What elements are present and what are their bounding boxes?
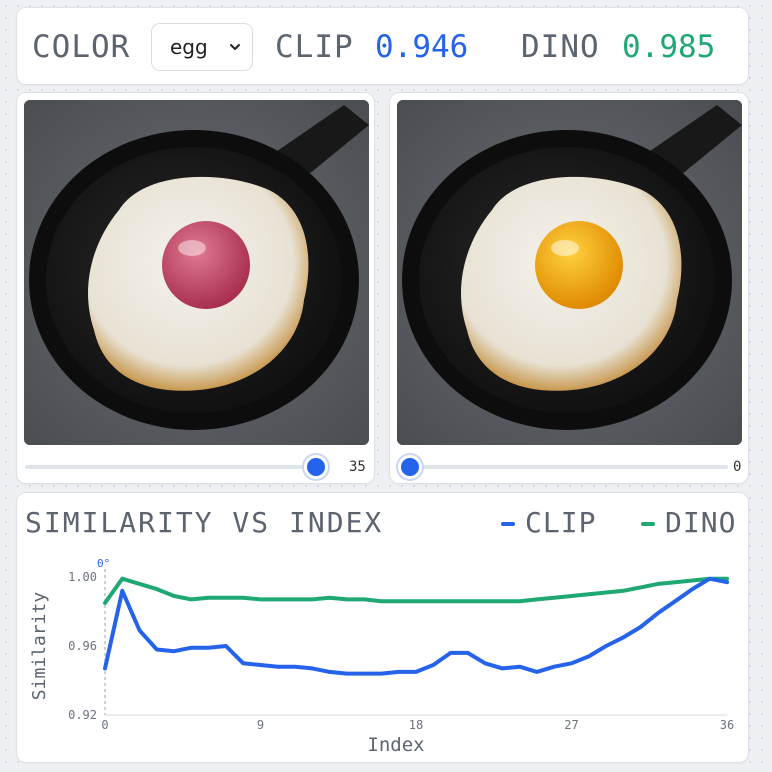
legend-clip-swatch [501,522,515,526]
y-tick-label: 0.92 [68,708,97,722]
index-marker-label: 0° [97,557,110,570]
chart-title: SIMILARITY VS INDEX [25,506,384,539]
x-tick-label: 36 [720,718,734,732]
color-select[interactable]: egg [151,23,253,71]
legend-dino-label: DINO [665,506,737,539]
dino-score: 0.985 [622,29,716,65]
y-axis-label: Similarity [29,592,50,701]
clip-label: CLIP [275,29,354,65]
dino-label: DINO [521,29,600,65]
color-label: COLOR [32,29,131,65]
legend-clip-label: CLIP [525,506,597,539]
x-tick-label: 27 [564,718,578,732]
original-egg-image [397,100,742,445]
original-image-panel: 0 [389,92,749,484]
y-tick-label: 1.00 [68,570,97,584]
series-line-dino [103,576,729,605]
edited-image-panel: 35 [16,92,375,484]
color-select-value: egg [170,35,208,59]
x-tick-label: 0 [101,718,108,732]
legend-dino-swatch [641,522,655,526]
clip-score: 0.946 [375,29,469,65]
index-slider-left[interactable] [25,455,355,479]
slider-thumb[interactable] [304,455,328,479]
slider-value-right: 0 [733,459,742,475]
yolk [162,221,250,309]
x-tick-label: 18 [409,718,423,732]
series-line-clip [103,576,729,676]
slider-value-left: 35 [349,459,366,475]
x-axis-label: Index [367,734,424,756]
egg-pan-illustration [397,100,742,445]
y-tick-label: 0.96 [68,639,97,653]
chevron-down-icon [230,44,240,50]
similarity-chart-card: 0° 0.92 0.96 1.00 0 9 18 27 36 Index Similarity SI… [16,492,749,763]
slider-track [398,465,728,469]
slider-track [25,465,325,469]
yolk [535,221,623,309]
edited-egg-image [24,100,369,445]
index-slider-right[interactable] [398,455,728,479]
egg-pan-illustration [24,100,369,445]
x-tick-label: 9 [257,718,264,732]
slider-thumb[interactable] [398,455,422,479]
header-card: COLOR egg CLIP 0.946 DINO 0.985 [16,7,749,85]
